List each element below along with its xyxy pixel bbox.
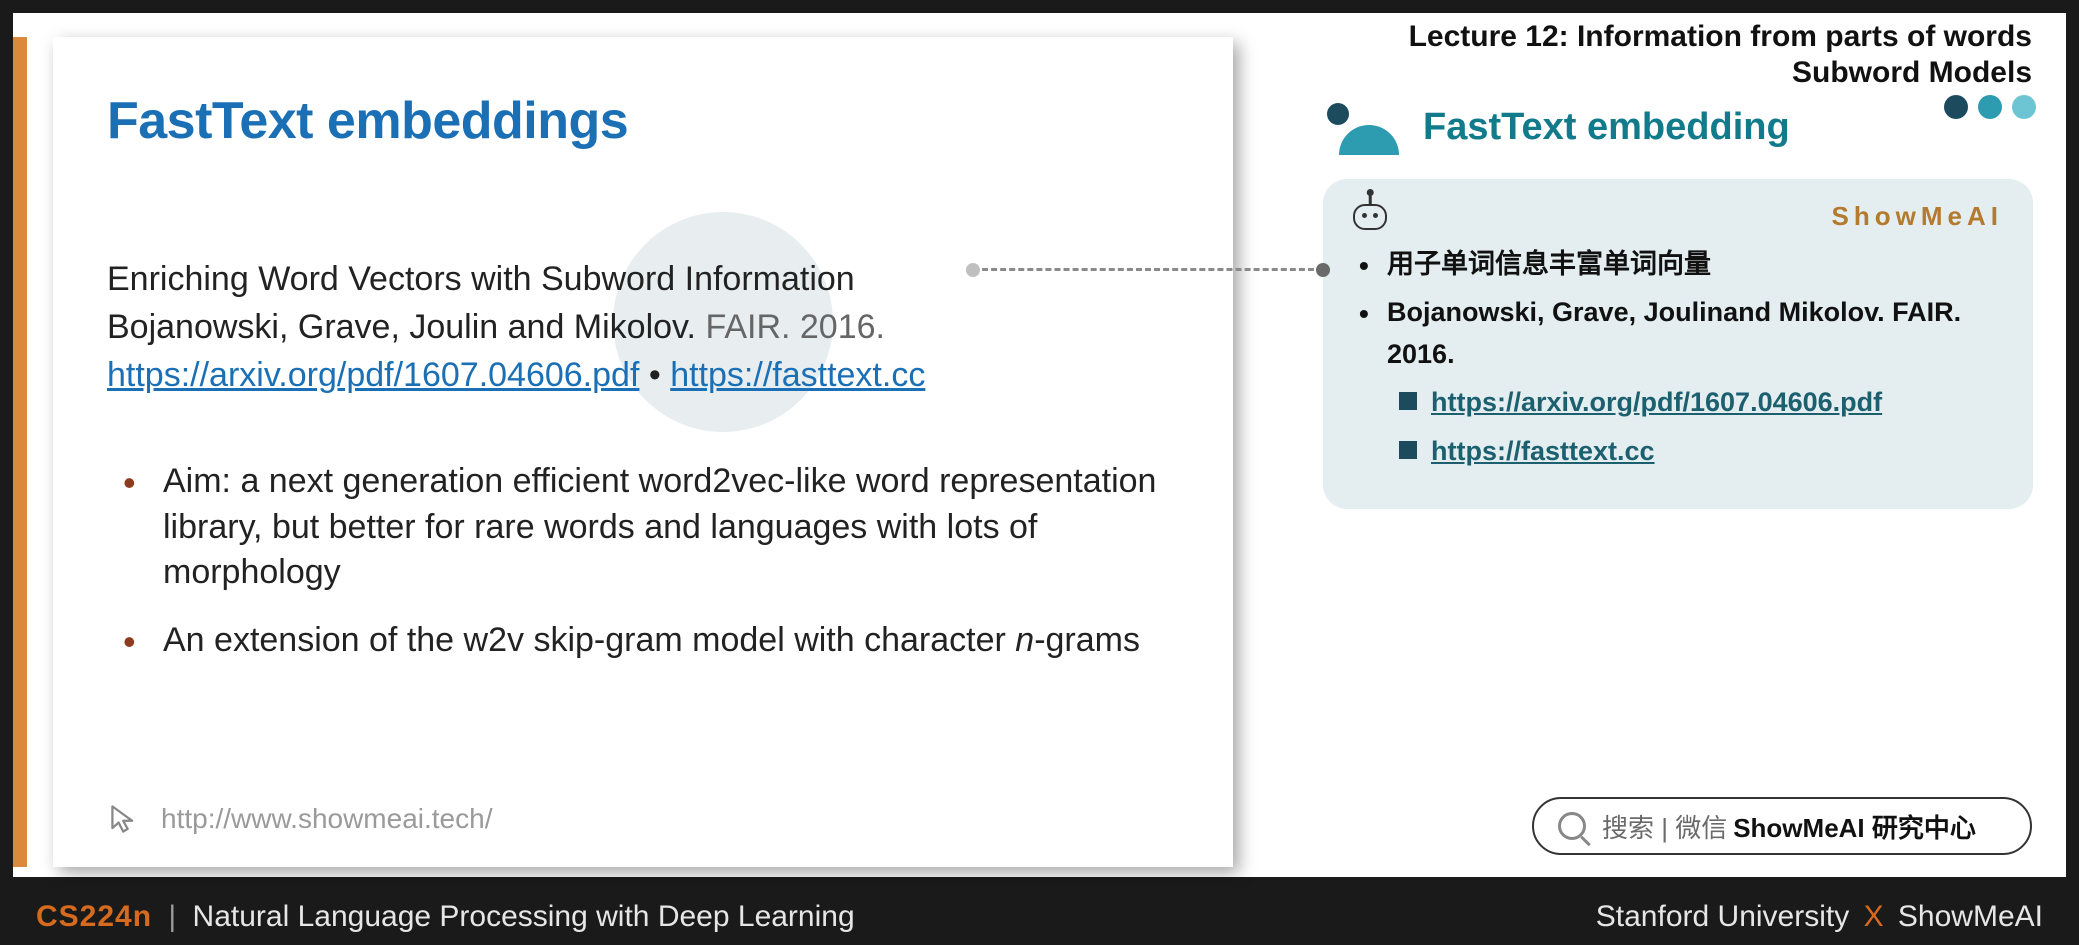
university-name: Stanford University <box>1596 900 1849 933</box>
link-separator: • <box>649 356 661 394</box>
card-top-row: ShowMeAI <box>1353 201 2003 232</box>
bullet-2b-italic: n <box>1015 621 1034 659</box>
arxiv-link[interactable]: https://arxiv.org/pdf/1607.04606.pdf <box>1431 387 1882 417</box>
slide-card: FastText embeddings Enriching Word Vecto… <box>53 37 1233 867</box>
section-heading: FastText embedding <box>1323 99 1790 155</box>
lecture-line1: Lecture 12: Information from parts of wo… <box>1409 19 2032 55</box>
robot-icon <box>1353 204 1387 230</box>
search-bold: ShowMeAI 研究中心 <box>1733 808 1976 845</box>
dot-dark <box>1944 95 1968 119</box>
lecture-line2: Subword Models <box>1409 55 2032 91</box>
dot-mid <box>1978 95 2002 119</box>
search-icon <box>1558 812 1586 840</box>
course-code: CS224n <box>36 900 152 933</box>
bullet-2c: -grams <box>1034 621 1140 659</box>
lecture-header: Lecture 12: Information from parts of wo… <box>1409 19 2032 91</box>
course-name: Natural Language Processing with Deep Le… <box>193 900 855 933</box>
bottom-right: Stanford University X ShowMeAI <box>1596 900 2043 934</box>
bottom-bar: CS224n | Natural Language Processing wit… <box>0 889 2079 945</box>
dot-light <box>2012 95 2036 119</box>
slide-title: FastText embeddings <box>107 91 628 151</box>
fasttext-link[interactable]: https://fasttext.cc <box>1431 436 1655 466</box>
connector-line <box>973 268 1323 271</box>
section-decoration-icon <box>1323 99 1403 155</box>
bullet-2a: An extension of the w2v skip-gram model … <box>163 621 1015 659</box>
orange-accent-bar <box>13 37 27 867</box>
slide-body: Enriching Word Vectors with Subword Info… <box>107 257 1167 686</box>
section-title: FastText embedding <box>1423 106 1790 149</box>
info-card: ShowMeAI 用子单词信息丰富单词向量 Bojanowski, Grave,… <box>1323 179 2033 509</box>
citation-line-1: Enriching Word Vectors with Subword Info… <box>107 257 1167 303</box>
card-item-2-text: Bojanowski, Grave, Joulinand Mikolov. FA… <box>1387 297 1961 369</box>
card-item-2: Bojanowski, Grave, Joulinand Mikolov. FA… <box>1353 292 2003 473</box>
arxiv-link-slide[interactable]: https://arxiv.org/pdf/1607.04606.pdf <box>107 356 639 394</box>
card-sublist: https://arxiv.org/pdf/1607.04606.pdf htt… <box>1387 382 2003 474</box>
slide-footer: http://www.showmeai.tech/ <box>107 801 492 837</box>
footer-x: X <box>1864 900 1884 933</box>
footer-url: http://www.showmeai.tech/ <box>161 803 492 835</box>
slide-bullets: Aim: a next generation efficient word2ve… <box>107 459 1167 665</box>
card-sublink-2: https://fasttext.cc <box>1387 431 2003 473</box>
citation-line-2: Bojanowski, Grave, Joulin and Mikolov. F… <box>107 305 1167 351</box>
fasttext-link-slide[interactable]: https://fasttext.cc <box>670 356 925 394</box>
decorative-dots <box>1944 95 2036 119</box>
card-item-1: 用子单词信息丰富单词向量 <box>1353 244 2003 286</box>
citation-links: https://arxiv.org/pdf/1607.04606.pdf • h… <box>107 353 1167 399</box>
card-list: 用子单词信息丰富单词向量 Bojanowski, Grave, Joulinan… <box>1353 244 2003 473</box>
connector-dot-left <box>966 263 980 277</box>
bullet-2: An extension of the w2v skip-gram model … <box>143 618 1167 664</box>
search-pill[interactable]: 搜索 | 微信 ShowMeAI 研究中心 <box>1532 797 2032 855</box>
card-sublink-1: https://arxiv.org/pdf/1607.04606.pdf <box>1387 382 2003 424</box>
connector-dot-right <box>1316 263 1330 277</box>
bullet-1: Aim: a next generation efficient word2ve… <box>143 459 1167 597</box>
search-prefix: 搜索 | 微信 <box>1602 808 1727 845</box>
main-frame: Lecture 12: Information from parts of wo… <box>10 10 2069 880</box>
brand-tag: ShowMeAI <box>1832 201 2003 232</box>
footer-sep: | <box>168 900 176 933</box>
cursor-icon <box>107 801 143 837</box>
authors-text: Bojanowski, Grave, Joulin and Mikolov. <box>107 308 696 346</box>
showmeai-name: ShowMeAI <box>1898 900 2043 933</box>
venue-year-text: FAIR. 2016. <box>705 308 885 346</box>
bottom-left: CS224n | Natural Language Processing wit… <box>36 900 855 934</box>
